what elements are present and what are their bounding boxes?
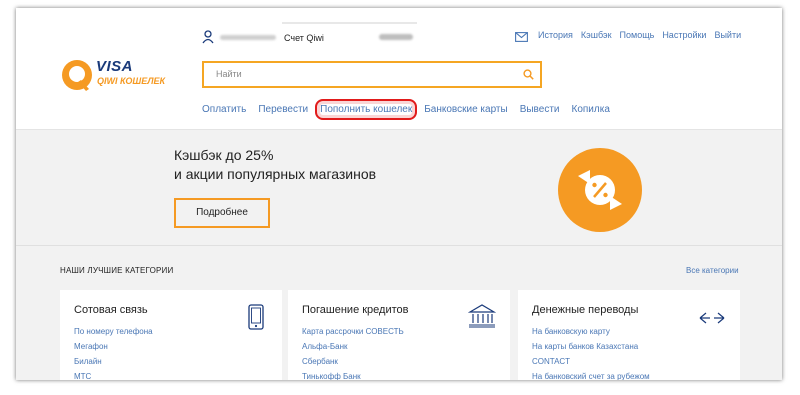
top-links: История Кэшбэк Помощь Настройки Выйти — [538, 30, 741, 40]
visa-wordmark: VISA — [96, 58, 134, 75]
promo-more-button[interactable]: Подробнее — [174, 198, 270, 228]
promo-line-2: и акции популярных магазинов — [174, 166, 377, 182]
promo-banner-text: Кэшбэк до 25% и акции популярных магазин… — [174, 146, 376, 184]
header: VISA QIWI КОШЕЛЕК Счет Qiwi История Кэшб… — [16, 8, 782, 130]
category-link[interactable]: CONTACT — [532, 354, 650, 369]
search-placeholder: Найти — [216, 69, 242, 79]
category-link[interactable]: По номеру телефона — [74, 324, 153, 339]
cashback-link[interactable]: Кэшбэк — [581, 30, 612, 40]
main-nav: Оплатить Перевести Пополнить кошелек Бан… — [202, 99, 610, 120]
category-card-loans[interactable]: Погашение кредитов Карта рассрочки СОВЕС… — [288, 290, 510, 380]
qiwi-wordmark: QIWI КОШЕЛЕК — [97, 76, 166, 86]
browser-page: VISA QIWI КОШЕЛЕК Счет Qiwi История Кэшб… — [16, 8, 782, 380]
section-divider — [16, 245, 782, 246]
category-link[interactable]: Карта рассрочки СОВЕСТЬ — [302, 324, 404, 339]
nav-bank-cards[interactable]: Банковские карты — [424, 104, 507, 115]
user-phone-redacted — [220, 35, 276, 40]
category-link[interactable]: Альфа-Банк — [302, 339, 404, 354]
account-label: Счет Qiwi — [284, 33, 324, 43]
category-link[interactable]: На банковский счет за рубежом — [532, 369, 650, 380]
help-link[interactable]: Помощь — [620, 30, 655, 40]
category-link[interactable]: На банковскую карту — [532, 324, 650, 339]
category-link[interactable]: На карты банков Казахстана — [532, 339, 650, 354]
history-link[interactable]: История — [538, 30, 573, 40]
search-input[interactable]: Найти — [202, 61, 542, 88]
category-links: На банковскую карту На карты банков Каза… — [532, 324, 650, 380]
category-links: Карта рассрочки СОВЕСТЬ Альфа-Банк Сберб… — [302, 324, 404, 380]
category-card-title: Сотовая связь — [74, 304, 148, 316]
nav-transfer[interactable]: Перевести — [258, 104, 308, 115]
bank-icon — [468, 304, 496, 328]
category-link[interactable]: МТС — [74, 369, 153, 380]
balance-redacted — [379, 34, 413, 40]
all-categories-link[interactable]: Все категории — [686, 266, 739, 275]
nav-top-up-wallet[interactable]: Пополнить кошелек — [315, 99, 418, 120]
user-icon[interactable] — [202, 30, 214, 44]
promo-line-1: Кэшбэк до 25% — [174, 147, 274, 163]
category-link[interactable]: Сбербанк — [302, 354, 404, 369]
category-card-title: Погашение кредитов — [302, 304, 409, 316]
qiwi-logo-icon — [62, 60, 92, 91]
transfer-arrows-icon — [699, 312, 725, 324]
category-link[interactable]: Мегафон — [74, 339, 153, 354]
cashback-candy-icon — [558, 148, 642, 232]
category-card-transfers[interactable]: Денежные переводы На банковскую карту На… — [518, 290, 740, 380]
search-icon[interactable] — [523, 69, 534, 80]
logout-link[interactable]: Выйти — [714, 30, 741, 40]
nav-piggy-bank[interactable]: Копилка — [572, 104, 610, 115]
category-link[interactable]: Тинькофф Банк — [302, 369, 404, 380]
phone-icon — [248, 304, 264, 330]
category-link[interactable]: Билайн — [74, 354, 153, 369]
nav-pay[interactable]: Оплатить — [202, 104, 246, 115]
qiwi-logo[interactable]: VISA QIWI КОШЕЛЕК — [60, 56, 170, 96]
categories-title: НАШИ ЛУЧШИЕ КАТЕГОРИИ — [60, 266, 174, 275]
nav-withdraw[interactable]: Вывести — [520, 104, 560, 115]
category-card-title: Денежные переводы — [532, 304, 639, 316]
category-card-mobile[interactable]: Сотовая связь По номеру телефона Мегафон… — [60, 290, 282, 380]
category-links: По номеру телефона Мегафон Билайн МТС — [74, 324, 153, 380]
settings-link[interactable]: Настройки — [662, 30, 706, 40]
mail-icon[interactable] — [515, 32, 528, 42]
